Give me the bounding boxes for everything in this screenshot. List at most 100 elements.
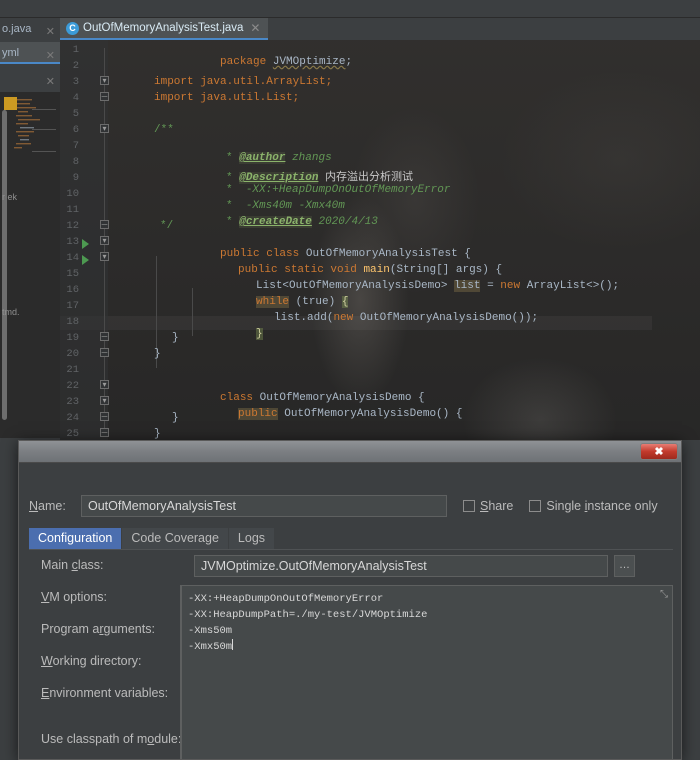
vm-option-line: -XX:HeapDumpPath=./my-test/JVMOptimize bbox=[188, 609, 428, 621]
code-var-name: list bbox=[454, 280, 481, 292]
left-panel-fragment-0: r ek bbox=[2, 192, 18, 202]
main-class-label: Main class: bbox=[41, 558, 104, 572]
code-constructor: OutOfMemoryAnalysisDemo() { bbox=[277, 408, 463, 420]
code-brace-close: } bbox=[154, 348, 161, 360]
vm-option-line: -Xms50m bbox=[188, 625, 233, 637]
line-number: 11 bbox=[66, 204, 79, 216]
run-gutter-icon[interactable] bbox=[82, 239, 89, 249]
left-panel-tab-0[interactable]: o.java ✕ bbox=[0, 18, 60, 40]
text-caret bbox=[232, 639, 234, 650]
vm-options-label: VM options: bbox=[41, 590, 108, 604]
vm-options-input[interactable]: -XX:+HeapDumpOnOutOfMemoryError -XX:Heap… bbox=[181, 585, 673, 759]
line-number: 21 bbox=[66, 364, 79, 376]
code-call-arg: OutOfMemoryAnalysisDemo()); bbox=[353, 312, 539, 324]
dialog-title-bar[interactable]: ✖ bbox=[19, 441, 681, 463]
vm-option-line-active: -Xmx50m bbox=[188, 639, 234, 653]
code-brace-close: } bbox=[172, 412, 179, 424]
bookmark-marker-icon bbox=[4, 97, 17, 110]
editor-tab-bar: OutOfMemoryAnalysisTest.java ✕ bbox=[60, 18, 700, 40]
java-class-icon bbox=[66, 21, 79, 35]
name-input[interactable] bbox=[81, 495, 447, 517]
line-number: 12 bbox=[66, 220, 79, 232]
code-import-arraylist: import java.util.ArrayList; bbox=[154, 76, 333, 88]
code-keyword: new bbox=[333, 312, 354, 324]
run-gutter-icon[interactable] bbox=[82, 255, 89, 265]
code-brace-close: } bbox=[172, 332, 179, 344]
working-directory-label: Working directory: bbox=[41, 654, 142, 668]
code-package: JVMOptimize bbox=[272, 56, 346, 68]
left-panel-body: r ek tmd. bbox=[0, 92, 60, 438]
code-text[interactable]: package JVMOptimize; import java.util.Ar… bbox=[108, 40, 700, 440]
line-number: 16 bbox=[66, 284, 79, 296]
line-number: 4 bbox=[72, 92, 79, 104]
expand-icon[interactable]: ⤡ bbox=[660, 589, 668, 600]
dialog-tab-bar: Configuration Code Coverage Logs bbox=[29, 527, 673, 550]
line-number: 7 bbox=[72, 140, 79, 152]
code-brace-close: } bbox=[256, 328, 263, 340]
line-number: 23 bbox=[66, 396, 79, 408]
left-panel-tab-1[interactable]: yml ✕ bbox=[0, 42, 60, 64]
dialog-body: Name: Share Single instance only Configu… bbox=[19, 463, 681, 759]
single-instance-label: Single instance only bbox=[546, 499, 658, 513]
single-instance-checkbox-row[interactable]: Single instance only bbox=[529, 499, 658, 513]
code-expr: ArrayList<>(); bbox=[520, 280, 620, 292]
single-instance-checkbox[interactable] bbox=[529, 500, 542, 512]
line-number: 14 bbox=[66, 252, 79, 264]
line-number: 3 bbox=[72, 76, 79, 88]
line-number: 2 bbox=[72, 60, 79, 72]
code-javadoc-tag-createdate: @createDate bbox=[239, 216, 312, 228]
left-panel-tab-1-label: yml bbox=[2, 47, 20, 59]
line-number: 20 bbox=[66, 348, 79, 360]
line-number: 5 bbox=[72, 108, 79, 120]
code-javadoc-open: /** bbox=[154, 124, 174, 136]
close-icon[interactable]: ✕ bbox=[250, 21, 260, 35]
tab-configuration[interactable]: Configuration bbox=[29, 528, 122, 549]
close-icon[interactable]: ✕ bbox=[46, 21, 55, 43]
code-call: list.add( bbox=[274, 312, 334, 324]
share-checkbox-row[interactable]: Share bbox=[463, 499, 513, 513]
tab-logs[interactable]: Logs bbox=[228, 528, 275, 549]
code-operator: = bbox=[480, 280, 501, 292]
tab-outofmemoryanalysistest[interactable]: OutOfMemoryAnalysisTest.java ✕ bbox=[60, 18, 269, 40]
line-number: 6 bbox=[72, 124, 79, 136]
left-tool-panel: o.java ✕ yml ✕ ✕ r ek tmd. bbox=[0, 18, 60, 438]
line-number: 22 bbox=[66, 380, 79, 392]
line-number: 1 bbox=[72, 44, 79, 56]
tab-label: OutOfMemoryAnalysisTest.java bbox=[83, 22, 244, 34]
main-class-input[interactable] bbox=[194, 555, 608, 577]
line-number: 24 bbox=[66, 412, 79, 424]
code-javadoc-createdate-value: 2020/4/13 bbox=[318, 216, 378, 228]
left-panel-fragment-1: tmd. bbox=[2, 307, 20, 317]
close-icon[interactable]: ✕ bbox=[46, 71, 55, 93]
code-keyword: package bbox=[220, 56, 267, 68]
tab-code-coverage[interactable]: Code Coverage bbox=[122, 528, 228, 549]
name-label: Name: bbox=[29, 499, 66, 513]
line-number: 8 bbox=[72, 156, 79, 168]
code-punct: ; bbox=[345, 56, 353, 68]
share-label: Share bbox=[480, 499, 514, 513]
screen: o.java ✕ yml ✕ ✕ r ek tmd. C OutOfMemory… bbox=[0, 0, 700, 760]
code-javadoc-close: */ bbox=[160, 220, 174, 232]
close-icon[interactable]: ✕ bbox=[46, 45, 55, 67]
code-brace-close: } bbox=[154, 428, 161, 440]
browse-main-class-button[interactable]: … bbox=[614, 555, 635, 577]
line-number: 9 bbox=[72, 172, 79, 184]
code-import-list: import java.util.List; bbox=[154, 92, 300, 104]
code-editor[interactable]: 1 2 3 4 5 6 7 8 9 10 11 12 13 14 15 16 1… bbox=[60, 40, 700, 440]
share-checkbox[interactable] bbox=[463, 500, 475, 512]
line-number: 18 bbox=[66, 316, 79, 328]
line-number: 15 bbox=[66, 268, 79, 280]
program-arguments-label: Program arguments: bbox=[41, 622, 155, 636]
left-panel-tab-0-label: o.java bbox=[2, 23, 32, 35]
left-panel-tab-2[interactable]: ✕ bbox=[0, 68, 60, 90]
use-classpath-of-module-label: Use classpath of module: bbox=[41, 732, 182, 746]
line-number: 19 bbox=[66, 332, 79, 344]
close-icon[interactable]: ✖ bbox=[640, 443, 678, 460]
configuration-form: Main class: … VM options: Program argume… bbox=[29, 555, 673, 759]
line-number: 10 bbox=[66, 188, 79, 200]
scrollbar-thumb[interactable] bbox=[2, 110, 7, 420]
name-row: Name: Share Single instance only bbox=[29, 495, 673, 517]
editor-gutter[interactable]: 1 2 3 4 5 6 7 8 9 10 11 12 13 14 15 16 1… bbox=[60, 40, 109, 440]
top-strip bbox=[0, 0, 700, 18]
run-configuration-dialog[interactable]: ✖ Name: Share Single instance only Confi… bbox=[18, 440, 682, 760]
